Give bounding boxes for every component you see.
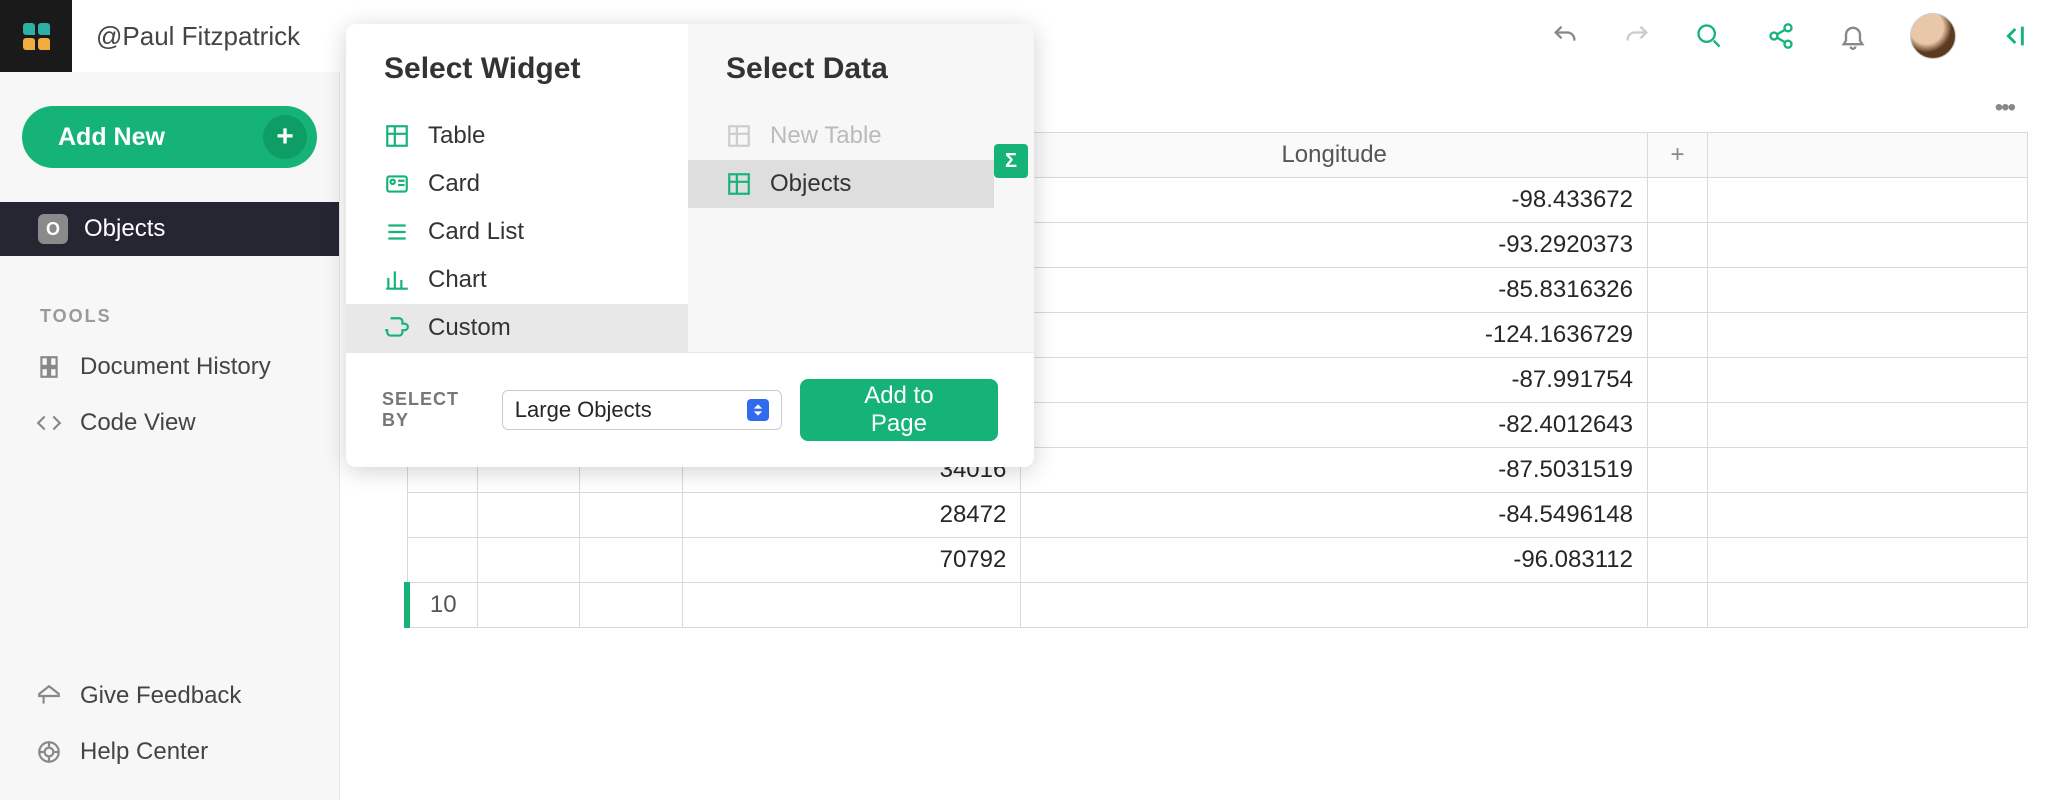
cell[interactable] (1648, 583, 1708, 628)
tool-label: Code View (80, 409, 196, 437)
cell[interactable] (1648, 178, 1708, 223)
cell[interactable] (1648, 403, 1708, 448)
col-filler (1708, 133, 2028, 178)
tool-label: Give Feedback (80, 682, 241, 710)
more-icon[interactable]: ••• (1995, 94, 2014, 122)
tool-label: Help Center (80, 738, 208, 766)
sidebar-page-objects[interactable]: O Objects (0, 202, 339, 256)
sidebar: Add New + O Objects TOOLS Document Histo… (0, 72, 340, 800)
add-to-page-button[interactable]: Add to Page (800, 379, 998, 441)
cell-filler (1708, 448, 2028, 493)
select-by-dropdown[interactable]: Large Objects (502, 390, 782, 430)
cell-lon[interactable]: -96.083112 (1021, 538, 1648, 583)
cell[interactable] (1648, 313, 1708, 358)
cell-lon[interactable]: -98.433672 (1021, 178, 1648, 223)
widget-label: Table (428, 122, 485, 150)
row-number (407, 493, 477, 538)
cell-filler (1708, 358, 2028, 403)
widget-label: Card (428, 170, 480, 198)
cell-filler (1708, 493, 2028, 538)
collapse-panel-icon[interactable] (1998, 21, 2028, 51)
widget-label: Custom (428, 314, 511, 342)
sidebar-doc-history[interactable]: Document History (0, 339, 339, 395)
cell[interactable] (580, 538, 683, 583)
table-row[interactable]: 70792-96.083112 (407, 538, 2028, 583)
data-label: Objects (770, 170, 851, 198)
sigma-badge[interactable]: Σ (994, 144, 1028, 178)
data-option-objects[interactable]: Objects (688, 160, 994, 208)
add-widget-modal: Select Widget Table Card Card List Chart… (346, 24, 1034, 467)
cell-filler (1708, 178, 2028, 223)
cell[interactable] (1648, 493, 1708, 538)
cell-lon[interactable]: -124.1636729 (1021, 313, 1648, 358)
cell-lon[interactable]: -93.2920373 (1021, 223, 1648, 268)
tools-header: TOOLS (0, 256, 339, 339)
row-number: 10 (407, 583, 477, 628)
bell-icon[interactable] (1838, 21, 1868, 51)
select-data-title: Select Data (688, 52, 1034, 112)
cell-lon[interactable] (1021, 583, 1648, 628)
cell[interactable] (1648, 268, 1708, 313)
cell-lon[interactable]: -82.4012643 (1021, 403, 1648, 448)
cell[interactable] (477, 583, 580, 628)
cell[interactable] (580, 493, 683, 538)
table-row[interactable]: 10 (407, 583, 2028, 628)
row-number (407, 538, 477, 583)
select-widget-title: Select Widget (346, 52, 688, 112)
cell-filler (1708, 403, 2028, 448)
widget-label: Card List (428, 218, 524, 246)
sidebar-code-view[interactable]: Code View (0, 395, 339, 451)
cell[interactable] (580, 583, 683, 628)
plus-icon: + (263, 115, 307, 159)
cell[interactable] (477, 538, 580, 583)
widget-option-cardlist[interactable]: Card List (346, 208, 688, 256)
data-option-new-table: New Table (688, 112, 1034, 160)
app-logo[interactable] (0, 0, 72, 72)
avatar[interactable] (1910, 13, 1956, 59)
cell[interactable] (1648, 358, 1708, 403)
tool-label: Document History (80, 353, 271, 381)
select-by-value: Large Objects (515, 397, 652, 423)
sidebar-feedback[interactable]: Give Feedback (0, 668, 339, 724)
select-by-label: SELECT BY (382, 389, 484, 431)
cell-filler (1708, 268, 2028, 313)
add-column-button[interactable]: + (1648, 133, 1708, 178)
widget-label: Chart (428, 266, 487, 294)
widget-option-table[interactable]: Table (346, 112, 688, 160)
cell-filler (1708, 223, 2028, 268)
cell[interactable] (1648, 223, 1708, 268)
add-new-label: Add New (58, 123, 165, 152)
cell-lon[interactable]: -87.991754 (1021, 358, 1648, 403)
undo-icon[interactable] (1550, 21, 1580, 51)
widget-option-card[interactable]: Card (346, 160, 688, 208)
cell-filler (1708, 538, 2028, 583)
cell-lon[interactable]: -85.8316326 (1021, 268, 1648, 313)
redo-icon (1622, 21, 1652, 51)
cell-filler (1708, 583, 2028, 628)
add-new-button[interactable]: Add New + (22, 106, 317, 168)
chevron-updown-icon (747, 399, 769, 421)
cell-filler (1708, 313, 2028, 358)
cell[interactable] (1648, 448, 1708, 493)
cell[interactable] (1648, 538, 1708, 583)
data-label: New Table (770, 122, 882, 150)
cell-lat[interactable]: 70792 (682, 538, 1021, 583)
cell-lon[interactable]: -84.5496148 (1021, 493, 1648, 538)
cell-lat[interactable]: 28472 (682, 493, 1021, 538)
user-handle[interactable]: @Paul Fitzpatrick (96, 21, 300, 52)
cell-lat[interactable] (682, 583, 1021, 628)
widget-option-custom[interactable]: Custom (346, 304, 688, 352)
page-label: Objects (84, 215, 165, 243)
search-icon[interactable] (1694, 21, 1724, 51)
cell-lon[interactable]: -87.5031519 (1021, 448, 1648, 493)
table-row[interactable]: 28472-84.5496148 (407, 493, 2028, 538)
col-longitude[interactable]: Longitude (1021, 133, 1648, 178)
share-icon[interactable] (1766, 21, 1796, 51)
cell[interactable] (477, 493, 580, 538)
widget-option-chart[interactable]: Chart (346, 256, 688, 304)
page-initial: O (38, 214, 68, 244)
sidebar-help[interactable]: Help Center (0, 724, 339, 780)
